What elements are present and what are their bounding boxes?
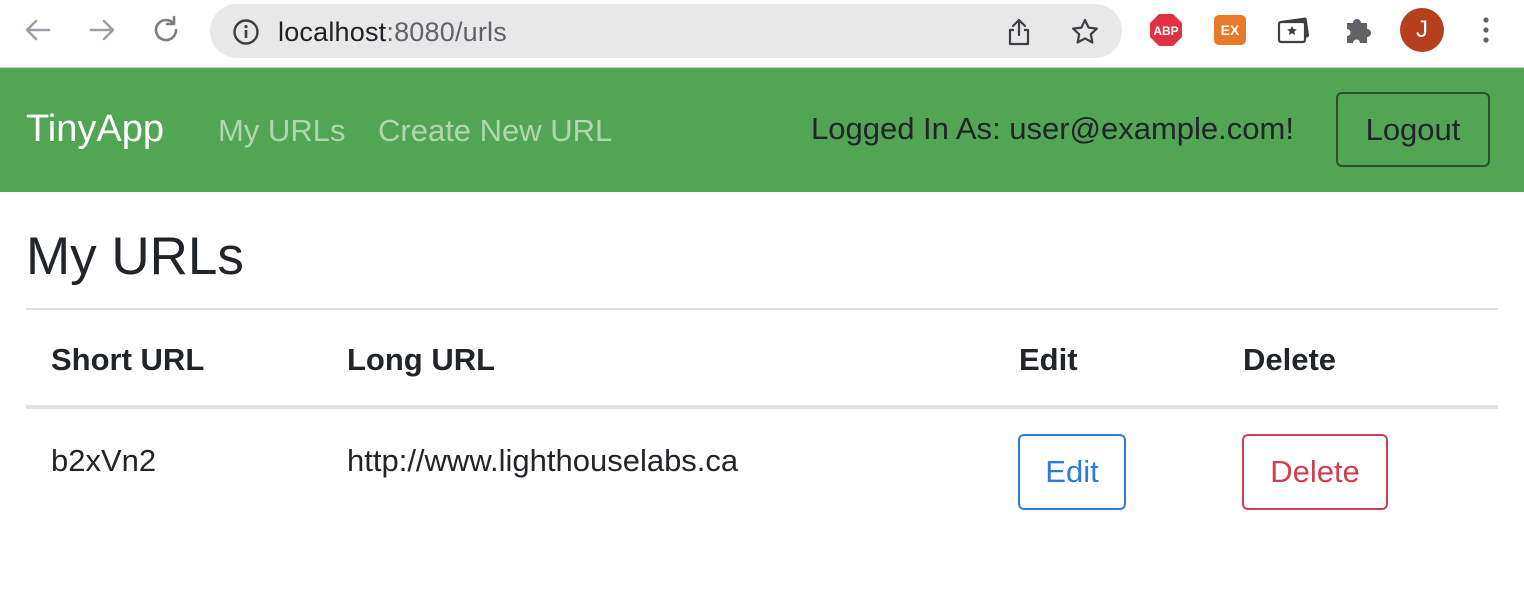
title-divider <box>26 308 1498 310</box>
edit-button[interactable]: Edit <box>1018 434 1126 510</box>
header-long-url: Long URL <box>347 342 496 377</box>
header-delete: Delete <box>1243 342 1337 377</box>
address-bar[interactable]: localhost:8080/urls <box>210 4 1122 58</box>
avatar-initial: J <box>1416 16 1428 43</box>
brand-link[interactable]: TinyApp <box>26 108 164 151</box>
ticket-icon[interactable] <box>1277 13 1311 47</box>
url-path: :8080/urls <box>386 17 507 47</box>
adblock-icon[interactable]: ABP <box>1149 13 1183 47</box>
page-title: My URLs <box>26 227 244 286</box>
abp-label: ABP <box>1153 24 1178 38</box>
header-short-url: Short URL <box>51 342 205 377</box>
url-host: localhost <box>278 17 387 47</box>
delete-button[interactable]: Delete <box>1242 434 1388 510</box>
star-icon[interactable] <box>1070 17 1100 47</box>
url-text[interactable]: localhost:8080/urls <box>278 17 507 48</box>
menu-dots-icon[interactable] <box>1474 14 1498 46</box>
profile-avatar[interactable]: J <box>1400 8 1444 52</box>
logout-button[interactable]: Logout <box>1336 92 1490 167</box>
ex-extension-icon[interactable]: EX <box>1214 15 1246 45</box>
short-url-cell: b2xVn2 <box>51 443 157 478</box>
back-arrow-icon[interactable] <box>20 12 56 48</box>
table-header-rule <box>26 405 1498 409</box>
long-url-cell: http://www.lighthouselabs.ca <box>347 443 739 478</box>
browser-toolbar: localhost:8080/urls ABP EX J <box>0 0 1524 68</box>
info-icon[interactable] <box>232 18 260 46</box>
share-icon[interactable] <box>1006 17 1032 47</box>
nav-create-new-url[interactable]: Create New URL <box>378 113 612 149</box>
app-navbar: TinyApp My URLs Create New URL Logged In… <box>0 68 1524 192</box>
ex-label: EX <box>1220 22 1240 38</box>
logged-in-text: Logged In As: user@example.com! <box>811 111 1294 146</box>
puzzle-icon[interactable] <box>1341 13 1375 47</box>
reload-icon[interactable] <box>148 12 184 48</box>
nav-my-urls[interactable]: My URLs <box>218 113 345 149</box>
header-edit: Edit <box>1019 342 1078 377</box>
forward-arrow-icon[interactable] <box>84 12 120 48</box>
